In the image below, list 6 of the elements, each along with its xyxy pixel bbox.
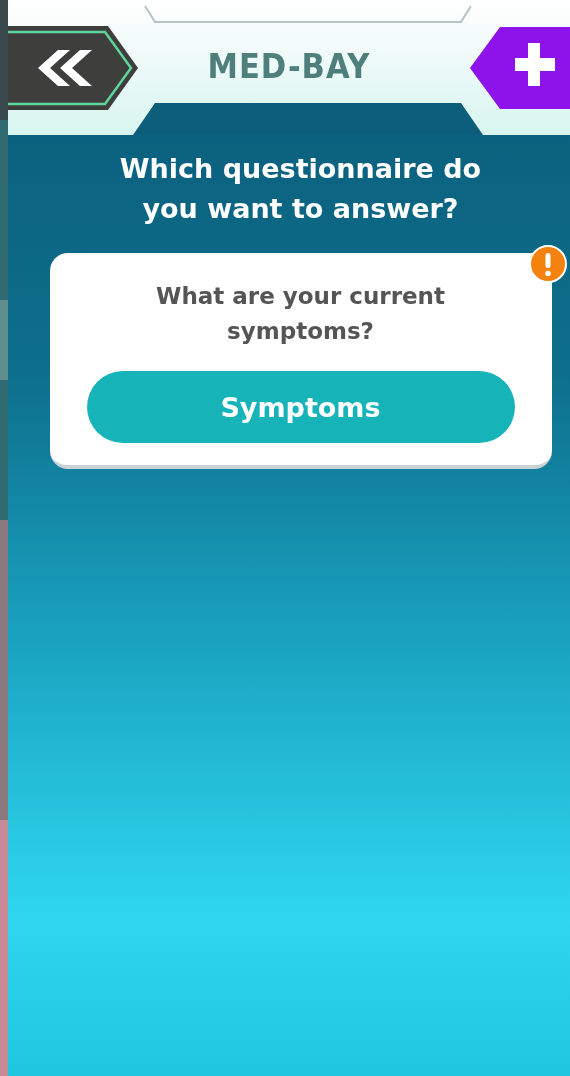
add-button[interactable] <box>470 27 570 109</box>
screen-title: MED-BAY <box>207 45 371 86</box>
back-button[interactable] <box>8 26 140 110</box>
question-text: What are your current symptoms? <box>155 282 446 346</box>
symptoms-button[interactable]: Symptoms <box>86 371 515 443</box>
prompt-text: Which questionnaire do you want to answer? <box>118 152 483 226</box>
